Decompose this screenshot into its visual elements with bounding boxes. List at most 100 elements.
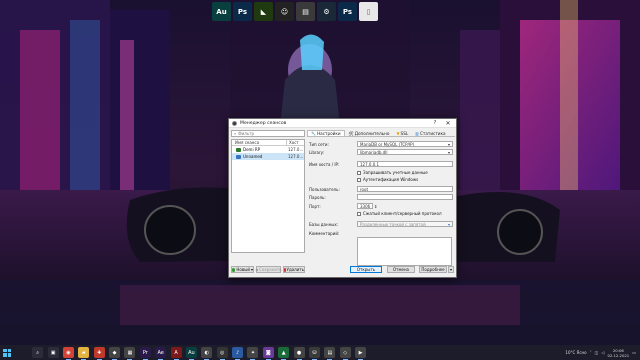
windows-auth-checkbox[interactable]: Аутентификация Windows <box>357 177 418 182</box>
chevron-down-icon: ▾ <box>449 267 452 272</box>
dialog-title: Менеджер сеансов <box>240 120 287 126</box>
password-row: Пароль: <box>309 194 453 200</box>
settings-form: Тип сети: MariaDB or MySQL (TCP/IP) ▾ Lib… <box>307 137 455 266</box>
steam-ghost-icon[interactable]: ☺ <box>275 2 294 21</box>
chevron-down-icon: ▾ <box>250 267 253 272</box>
windows-search-icon[interactable]: ⌕ <box>32 347 44 358</box>
save-button[interactable]: ▪ Сохранить <box>255 266 282 273</box>
nvidia-icon[interactable]: ◣ <box>254 2 273 21</box>
more-button[interactable]: Подробнее <box>419 266 447 273</box>
taskbar-app-16-icon[interactable]: ◙ <box>262 347 274 360</box>
taskbar-app-18-icon[interactable]: ● <box>293 347 305 360</box>
more-dropdown-button[interactable]: ▾ <box>448 266 454 273</box>
photoshop-icon-2[interactable]: Ps <box>338 2 357 21</box>
document-icon[interactable]: ▯ <box>359 2 378 21</box>
session-row-unnamed[interactable]: Unnamed 127.0... <box>232 153 304 160</box>
chrome-icon[interactable]: ◉ <box>62 347 74 360</box>
tab-advanced[interactable]: 🛠 Дополнительно <box>346 130 393 136</box>
host-label: Имя хоста / IP: <box>309 161 340 167</box>
taskbar-app-21-icon[interactable]: ◇ <box>339 347 351 360</box>
tool-icon[interactable]: ✚ <box>93 347 105 360</box>
dialog-titlebar: Менеджер сеансов ? ✕ <box>229 119 456 128</box>
delete-icon <box>284 267 286 272</box>
session-host: 127.0... <box>288 154 304 159</box>
tab-ssl[interactable]: ▼ SSL <box>393 130 411 136</box>
taskbar-app-14-icon[interactable]: ♪ <box>232 347 244 360</box>
open-button[interactable]: Открыть <box>350 266 382 273</box>
stepper-arrows-icon[interactable]: ⇕ <box>374 204 377 209</box>
session-manager-dialog: Менеджер сеансов ? ✕ ⌕ Фильтр Имя сеанса… <box>228 118 457 278</box>
adobe-audition-icon[interactable]: Au <box>212 2 231 21</box>
session-name: Demi RP <box>243 147 261 152</box>
taskbar-apps: ⌕ ▣ ◉ ▰ ✚ ◆ ▦ Pr Ae A Au ◐ ◎ ♪ ✦ ◙ ▲ ● ⛁ ▤ ◇ ▶ <box>30 347 368 360</box>
library-row: Library: libmariadb.dll ▾ <box>309 149 453 155</box>
taskbar-app-7-icon[interactable]: ▦ <box>124 347 136 360</box>
taskbar-app-22-icon[interactable]: ▶ <box>355 347 367 360</box>
user-input[interactable]: root <box>357 186 453 192</box>
windows-logo-icon <box>3 348 11 357</box>
library-select[interactable]: libmariadb.dll ▾ <box>357 149 453 155</box>
explorer-icon[interactable]: ▰ <box>78 347 90 360</box>
library-label: Library: <box>309 149 325 155</box>
clock-date: 02.12.2021 <box>607 352 630 358</box>
column-host[interactable]: Хост <box>286 140 304 145</box>
network-icon[interactable]: ◫ <box>595 350 599 355</box>
weather-text[interactable]: 10°C Ясно <box>565 350 586 355</box>
wrench-icon: 🔧 <box>311 131 316 136</box>
help-button[interactable]: ? <box>430 120 440 126</box>
start-button[interactable] <box>0 345 14 360</box>
comment-textarea[interactable] <box>357 237 452 266</box>
adobe-icon[interactable]: A <box>170 347 182 360</box>
notes-icon[interactable]: ▤ <box>296 2 315 21</box>
tab-settings[interactable]: 🔧 Настройки <box>307 130 345 136</box>
clock[interactable]: 20:06 02.12.2021 <box>607 348 629 358</box>
photoshop-icon[interactable]: Ps <box>233 2 252 21</box>
network-type-select[interactable]: MariaDB or MySQL (TCP/IP) ▾ <box>357 141 453 147</box>
taskbar-app-20-icon[interactable]: ▤ <box>324 347 336 360</box>
taskbar-app-12-icon[interactable]: ◐ <box>201 347 213 360</box>
lock-icon: ▼ <box>396 130 400 136</box>
session-host: 127.0... <box>288 147 304 152</box>
search-icon: ⌕ <box>234 131 237 136</box>
premiere-icon[interactable]: Pr <box>139 347 151 360</box>
session-row-demi-rp[interactable]: Demi RP 127.0... <box>232 146 304 153</box>
new-icon <box>232 267 236 272</box>
tab-statistics[interactable]: ▥ Статистика <box>412 130 448 136</box>
after-effects-icon[interactable]: Ae <box>155 347 167 360</box>
taskbar-app-6-icon[interactable]: ◆ <box>109 347 121 360</box>
close-button[interactable]: ✕ <box>443 120 453 127</box>
user-row: Пользователь: root <box>309 186 453 192</box>
save-icon: ▪ <box>255 267 259 272</box>
filter-input[interactable]: ⌕ Фильтр <box>231 130 305 137</box>
volume-icon[interactable]: ◁ <box>601 350 604 355</box>
settings-tabs: 🔧 Настройки 🛠 Дополнительно ▼ SSL ▥ Статисти… <box>307 130 455 137</box>
column-session-name[interactable]: Имя сеанса <box>232 140 286 145</box>
taskbar-app-15-icon[interactable]: ✦ <box>247 347 259 360</box>
system-tray: 10°C Ясно ˄ ◫ ◁ 20:06 02.12.2021 ▭ <box>565 345 640 360</box>
notifications-icon[interactable]: ▭ <box>632 350 636 355</box>
cancel-button[interactable]: Отмена <box>387 266 415 273</box>
tray-chevron-icon[interactable]: ˄ <box>590 350 592 355</box>
comment-label: Комментарий: <box>309 231 340 236</box>
new-session-button[interactable]: Новый ▾ <box>231 266 254 273</box>
prompt-credentials-checkbox[interactable]: Запрашивать учетные данные <box>357 170 428 175</box>
delete-button[interactable]: Удалить <box>283 266 305 273</box>
heidisql-icon[interactable]: ⛁ <box>308 347 320 360</box>
taskbar: ⌕ ▣ ◉ ▰ ✚ ◆ ▦ Pr Ae A Au ◐ ◎ ♪ ✦ ◙ ▲ ● ⛁ ▤ ◇ ▶ 10°C Ясно ˄ ◫ … <box>0 345 640 360</box>
databases-row: Базы данных: Разделенные точкой с запято… <box>309 221 453 227</box>
dialog-button-bar: Новый ▾ ▪ Сохранить Удалить Открыть Отмена… <box>229 266 456 275</box>
audition-icon[interactable]: Au <box>185 347 197 360</box>
databases-input[interactable]: Разделенные точкой с запятой ▾ <box>357 221 453 227</box>
password-label: Пароль: <box>309 194 326 200</box>
password-input[interactable] <box>357 194 453 200</box>
chevron-down-icon: ▾ <box>447 149 450 155</box>
chart-icon: ▥ <box>415 130 419 136</box>
obs-icon[interactable]: ◎ <box>216 347 228 360</box>
port-stepper[interactable]: 3306 <box>357 203 373 209</box>
compressed-protocol-checkbox[interactable]: Сжатый клиент/серверный протокол <box>357 211 442 216</box>
session-name: Unnamed <box>243 154 263 159</box>
task-view-icon[interactable]: ▣ <box>47 347 59 358</box>
taskbar-app-17-icon[interactable]: ▲ <box>278 347 290 360</box>
host-input[interactable]: 127.0.0.1 <box>357 161 453 167</box>
steam-icon[interactable]: ⚙ <box>317 2 336 21</box>
